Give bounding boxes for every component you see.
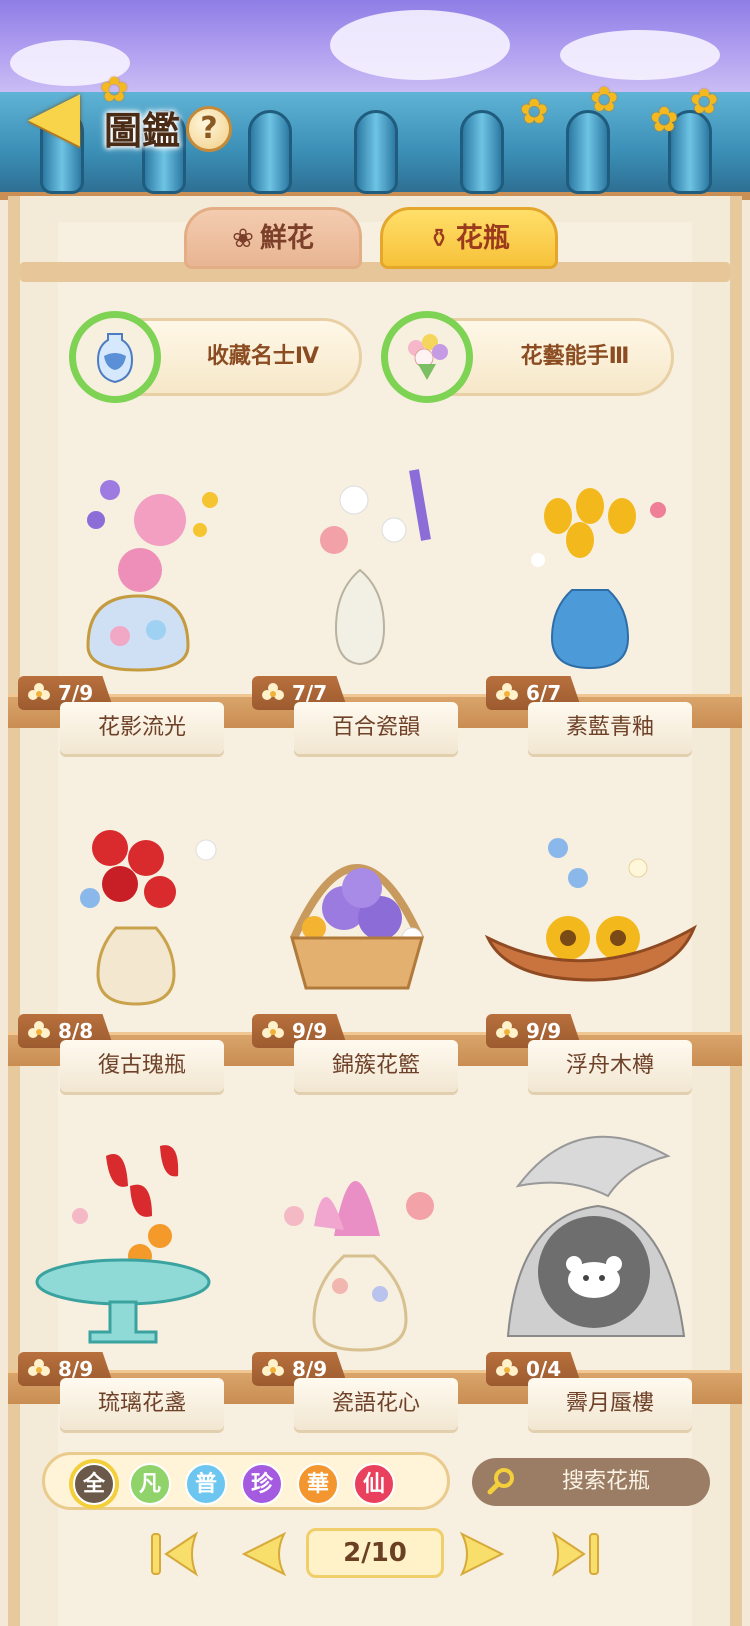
tab-vases-label: 花瓶	[455, 223, 510, 254]
search-placeholder: 搜索花瓶	[562, 1469, 651, 1494]
vase-card[interactable]: 8/9 瓷語花心	[244, 1126, 470, 1446]
achievement-label: 收藏名士Ⅳ	[206, 344, 320, 369]
flower-count-icon	[496, 1359, 518, 1376]
flower-count-icon	[262, 1359, 284, 1376]
roof-tile	[566, 110, 610, 194]
vase-card[interactable]: 0/4 霽月蜃樓	[478, 1126, 704, 1446]
flower-count-icon	[28, 683, 50, 700]
tab-vases[interactable]: ⚱ 花瓶	[380, 207, 558, 269]
flower-count-icon	[262, 683, 284, 700]
vase-art-glass-bowl	[35, 1145, 211, 1344]
vase-card[interactable]: 7/7 百合瓷韻	[244, 450, 470, 770]
name-plate: 琉璃花盞	[60, 1378, 224, 1430]
roof-tile	[460, 110, 504, 194]
locked-mascot-icon	[566, 1256, 622, 1298]
blossom-icon: ✿	[690, 82, 719, 122]
filter-legendary[interactable]: 仙	[353, 1463, 395, 1505]
blue-vase-icon	[96, 333, 134, 384]
next-page-button[interactable]	[456, 1528, 510, 1580]
page-indicator: 2/10	[306, 1528, 444, 1578]
vase-art-rose	[80, 830, 217, 1006]
achievement-ring	[69, 311, 161, 403]
vase-art-basket	[290, 864, 424, 990]
flower-count-icon	[496, 683, 518, 700]
back-button[interactable]: ◀	[18, 80, 90, 152]
name-plate: 錦簇花籃	[294, 1040, 458, 1092]
name-plate: 瓷語花心	[294, 1378, 458, 1430]
vase-art-boat	[484, 838, 697, 982]
vase-art-lily	[320, 469, 431, 666]
tab-flowers-label: 鮮花	[259, 223, 314, 254]
achievement-florist[interactable]: 花藝能手Ⅲ	[381, 311, 674, 403]
filter-epic[interactable]: 華	[297, 1463, 339, 1505]
roof-tile	[248, 110, 292, 194]
vase-art-cloisonne	[86, 480, 218, 672]
vase-card[interactable]: 9/9 浮舟木樽	[478, 788, 704, 1108]
page-title: 圖鑑	[104, 109, 181, 153]
vase-card[interactable]: 8/9 琉璃花盞	[10, 1126, 236, 1446]
achievement-collector[interactable]: 收藏名士Ⅳ	[69, 311, 362, 403]
filter-common[interactable]: 凡	[129, 1463, 171, 1505]
achievement-label: 花藝能手Ⅲ	[520, 344, 630, 369]
cabinet-header-bar	[20, 262, 730, 282]
vase-art-porcelain	[284, 1181, 434, 1352]
filter-normal[interactable]: 普	[185, 1463, 227, 1505]
vase-card[interactable]: 7/9 花影流光	[10, 450, 236, 770]
name-plate: 霽月蜃樓	[528, 1378, 692, 1430]
tab-flowers[interactable]: ❀ 鮮花	[184, 207, 362, 269]
flower-count-icon	[496, 1021, 518, 1038]
filter-rare[interactable]: 珍	[241, 1463, 283, 1505]
name-plate: 百合瓷韻	[294, 702, 458, 754]
blossom-icon: ✿	[520, 92, 549, 132]
blossom-icon: ✿	[590, 80, 619, 120]
vase-art-tulip	[531, 488, 666, 670]
search-icon	[487, 1468, 514, 1495]
vase-icon: ⚱	[428, 224, 450, 254]
first-page-button[interactable]	[148, 1528, 202, 1580]
name-plate: 浮舟木樽	[528, 1040, 692, 1092]
vase-art-locked	[506, 1135, 686, 1337]
vase-card[interactable]: 9/9 錦簇花籃	[244, 788, 470, 1108]
name-plate: 花影流光	[60, 702, 224, 754]
vase-card[interactable]: 8/8 復古瑰瓶	[10, 788, 236, 1108]
rose-icon: ❀	[232, 224, 254, 254]
flower-count-icon	[28, 1359, 50, 1376]
cloud	[330, 10, 510, 80]
help-button[interactable]: ?	[186, 106, 232, 152]
achievement-ring	[381, 311, 473, 403]
name-plate: 素藍青釉	[528, 702, 692, 754]
blossom-icon: ✿	[650, 100, 679, 140]
bouquet-icon	[408, 334, 448, 380]
last-page-button[interactable]	[548, 1528, 602, 1580]
filter-all[interactable]: 全	[73, 1463, 115, 1505]
search-input[interactable]: 搜索花瓶	[472, 1458, 710, 1506]
flower-count-icon	[262, 1021, 284, 1038]
flower-count-icon	[28, 1021, 50, 1038]
rarity-filter-bar: 全 凡 普 珍 華 仙	[42, 1452, 450, 1510]
cloud	[560, 30, 720, 80]
vase-card[interactable]: 6/7 素藍青釉	[478, 450, 704, 770]
roof-tile	[354, 110, 398, 194]
prev-page-button[interactable]	[236, 1528, 290, 1580]
name-plate: 復古瑰瓶	[60, 1040, 224, 1092]
